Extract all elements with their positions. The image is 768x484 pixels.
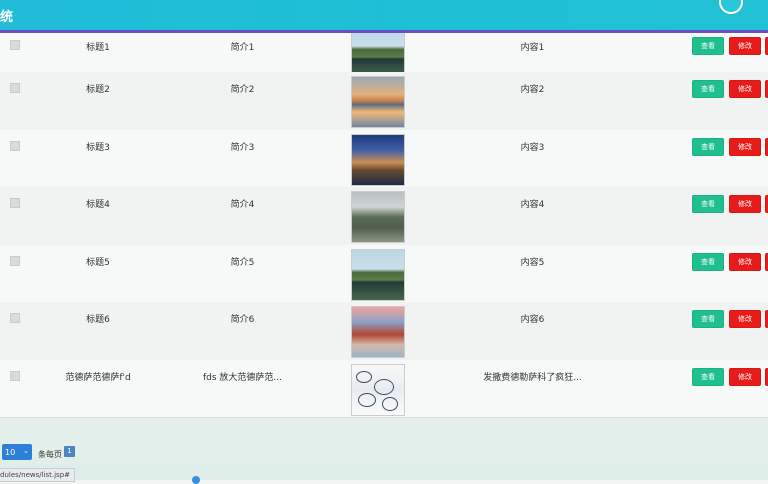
edit-button[interactable]: 修改 [729,310,761,328]
row-title: 标题4 [86,200,110,210]
table-row: 标题2 简介2 内容2 查看 修改 [0,72,768,131]
chevron-down-icon: ⌄ [23,447,29,455]
row-intro: 简介1 [230,43,255,53]
row-thumbnail [351,191,405,243]
row-checkbox[interactable] [10,40,20,50]
view-button[interactable]: 查看 [692,80,724,98]
row-content: 内容6 [520,315,545,325]
view-button[interactable]: 查看 [692,138,724,156]
row-content: 内容2 [520,85,545,95]
user-avatar[interactable] [719,0,743,14]
row-checkbox[interactable] [10,141,20,151]
row-content: 内容5 [520,258,545,268]
page-size-select[interactable]: 10 ⌄ [2,444,32,460]
edit-button[interactable]: 修改 [729,253,761,271]
row-content: 内容3 [520,143,545,153]
row-thumbnail [351,306,405,358]
table-row: 标题6 简介6 内容6 查看 修改 [0,302,768,361]
row-intro: fds 放大范德萨范... [202,373,282,383]
row-content: 发撒费德勒萨科了疯狂... [483,373,582,383]
row-title: 标题1 [86,43,110,53]
edit-button[interactable]: 修改 [729,195,761,213]
view-button[interactable]: 查看 [692,368,724,386]
row-intro: 简介3 [230,143,255,153]
table-row: 范德萨范德萨f'd fds 放大范德萨范... 发撒费德勒萨科了疯狂... 查看 修改 [0,360,768,418]
cursor-indicator [192,476,200,484]
row-content: 内容1 [520,43,545,53]
row-title: 标题2 [86,85,110,95]
edit-button[interactable]: 修改 [729,368,761,386]
row-intro: 简介6 [230,315,255,325]
row-intro: 简介5 [230,258,255,268]
table-row: 标题4 简介4 内容4 查看 修改 [0,187,768,246]
edit-button[interactable]: 修改 [729,80,761,98]
view-button[interactable]: 查看 [692,37,724,55]
row-intro: 简介4 [230,200,255,210]
table-row: 标题3 简介3 内容3 查看 修改 [0,130,768,188]
top-header: 统 [0,0,768,33]
row-checkbox[interactable] [10,198,20,208]
row-thumbnail [351,364,405,416]
view-button[interactable]: 查看 [692,195,724,213]
row-thumbnail [351,134,405,186]
page-size-value: 10 [5,448,16,457]
row-intro: 简介2 [230,85,255,95]
view-button[interactable]: 查看 [692,310,724,328]
row-thumbnail [351,26,405,78]
row-title: 范德萨范德萨f'd [65,373,131,383]
row-checkbox[interactable] [10,256,20,266]
page-button-current[interactable]: 1 [64,446,75,457]
per-page-label: 条每页 [38,450,62,459]
app-title: 统 [0,10,14,25]
table-row: 标题5 简介5 内容5 查看 修改 [0,245,768,303]
pagination-bar: 10 ⌄ 条每页 1 [0,433,768,480]
row-thumbnail [351,249,405,301]
row-checkbox[interactable] [10,371,20,381]
view-button[interactable]: 查看 [692,253,724,271]
row-title: 标题3 [86,143,110,153]
edit-button[interactable]: 修改 [729,138,761,156]
row-checkbox[interactable] [10,83,20,93]
row-content: 内容4 [520,200,545,210]
row-title: 标题5 [86,258,110,268]
row-checkbox[interactable] [10,313,20,323]
row-thumbnail [351,76,405,128]
row-title: 标题6 [86,315,110,325]
edit-button[interactable]: 修改 [729,37,761,55]
